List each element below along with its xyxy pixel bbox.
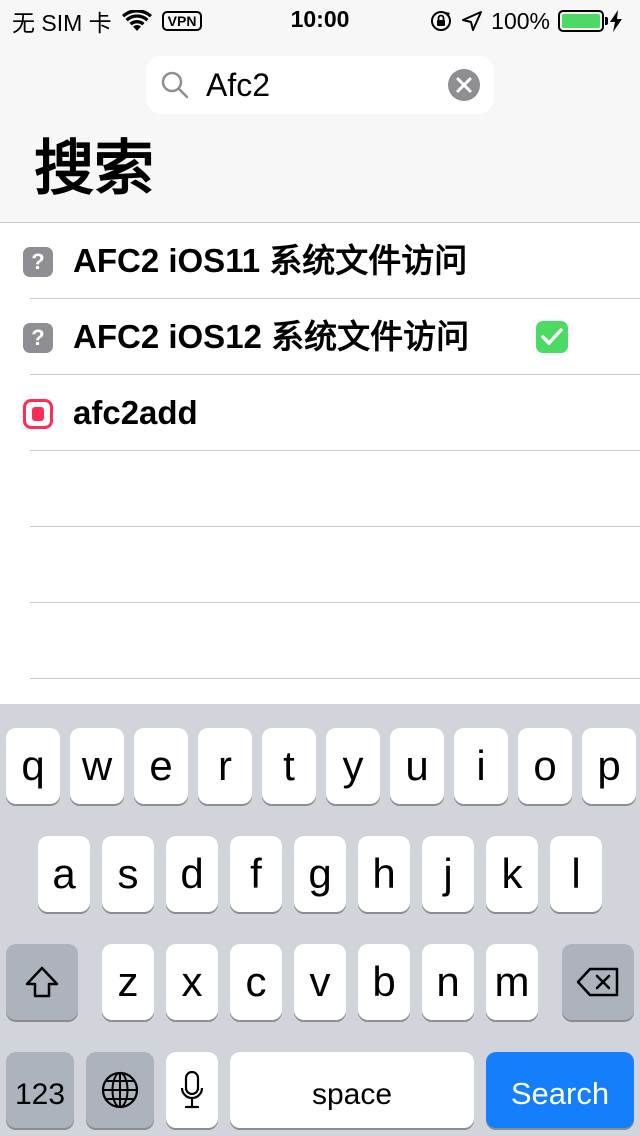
checkmark-icon	[536, 321, 568, 353]
location-arrow-icon	[462, 11, 483, 31]
key-r[interactable]: r	[198, 728, 252, 804]
key-label: j	[443, 850, 453, 897]
orientation-lock-icon	[431, 11, 452, 31]
package-name: AFC2 iOS11 系统文件访问	[73, 242, 468, 279]
key-c[interactable]: c	[230, 944, 282, 1020]
question-icon: ?	[23, 247, 53, 277]
key-t[interactable]: t	[262, 728, 316, 804]
key-label: a	[52, 850, 76, 897]
package-icon	[23, 399, 53, 429]
search-key[interactable]: Search	[486, 1052, 634, 1128]
key-label: s	[117, 850, 139, 897]
key-n[interactable]: n	[422, 944, 474, 1020]
search-header: Afc2 搜索	[0, 40, 640, 223]
key-y[interactable]: y	[326, 728, 380, 804]
key-label: d	[180, 850, 204, 897]
backspace-icon	[576, 967, 619, 997]
dictation-key[interactable]	[166, 1052, 218, 1128]
key-s[interactable]: s	[102, 836, 154, 912]
key-u[interactable]: u	[390, 728, 444, 804]
empty-row	[0, 527, 640, 603]
key-label: v	[309, 958, 331, 1005]
key-p[interactable]: p	[582, 728, 636, 804]
key-e[interactable]: e	[134, 728, 188, 804]
key-f[interactable]: f	[230, 836, 282, 912]
battery-cap	[605, 17, 608, 25]
page-title: 搜索	[34, 135, 154, 202]
package-name: afc2add	[73, 394, 198, 431]
key-label: z	[117, 958, 139, 1005]
question-icon: ?	[23, 323, 53, 353]
microphone-icon	[180, 1070, 204, 1109]
battery-percent: 100%	[491, 7, 550, 34]
key-label: e	[149, 742, 173, 789]
numbers-key[interactable]: 123	[6, 1052, 74, 1128]
battery-level	[562, 14, 600, 28]
status-right: 100%	[429, 6, 630, 36]
key-label: u	[405, 742, 429, 789]
package-name: AFC2 iOS12 系统文件访问	[73, 318, 470, 355]
key-i[interactable]: i	[454, 728, 508, 804]
search-input[interactable]: Afc2	[146, 56, 494, 114]
search-query[interactable]: Afc2	[206, 68, 270, 102]
charging-bolt-icon	[610, 10, 622, 32]
key-z[interactable]: z	[102, 944, 154, 1020]
key-a[interactable]: a	[38, 836, 90, 912]
row-separator	[30, 678, 640, 679]
key-label: g	[308, 850, 332, 897]
key-label: c	[245, 958, 267, 1005]
globe-icon	[101, 1071, 139, 1109]
status-bar: 无 SIM 卡 VPN 10:00 100%	[0, 0, 640, 40]
list-item[interactable]: afc2add	[0, 375, 640, 451]
key-label: i	[476, 742, 486, 789]
empty-row	[0, 451, 640, 527]
key-h[interactable]: h	[358, 836, 410, 912]
key-label: w	[81, 742, 113, 789]
space-key[interactable]: space	[230, 1052, 474, 1128]
clear-search-button[interactable]	[448, 69, 480, 101]
key-k[interactable]: k	[486, 836, 538, 912]
key-m[interactable]: m	[486, 944, 538, 1020]
shift-key[interactable]	[6, 944, 78, 1020]
key-b[interactable]: b	[358, 944, 410, 1020]
shift-icon	[25, 966, 59, 998]
delete-key[interactable]	[562, 944, 634, 1020]
key-v[interactable]: v	[294, 944, 346, 1020]
key-j[interactable]: j	[422, 836, 474, 912]
key-o[interactable]: o	[518, 728, 572, 804]
key-label: y	[342, 742, 364, 789]
list-item[interactable]: ? AFC2 iOS11 系统文件访问	[0, 223, 640, 299]
globe-key[interactable]	[86, 1052, 154, 1128]
empty-row	[0, 603, 640, 679]
key-q[interactable]: q	[6, 728, 60, 804]
key-label: n	[436, 958, 460, 1005]
key-d[interactable]: d	[166, 836, 218, 912]
numbers-key-label: 123	[14, 1078, 66, 1111]
key-label: t	[283, 742, 295, 789]
key-label: p	[597, 742, 621, 789]
key-label: q	[21, 742, 45, 789]
key-label: r	[218, 742, 232, 789]
key-label: k	[501, 850, 523, 897]
key-label: f	[250, 850, 262, 897]
list-item[interactable]: ? AFC2 iOS12 系统文件访问	[0, 299, 640, 375]
keyboard: 123 space Search qwer tyuiop asdfghj k l zxcv…	[0, 704, 640, 1136]
space-key-label: space	[311, 1078, 393, 1111]
key-label: l	[571, 850, 581, 897]
key-label: o	[533, 742, 557, 789]
close-icon	[456, 77, 472, 93]
key-l[interactable]: l	[550, 836, 602, 912]
key-label: x	[181, 958, 203, 1005]
key-label: h	[372, 850, 396, 897]
battery-icon	[558, 10, 608, 32]
search-icon	[161, 71, 189, 99]
key-label: m	[494, 958, 530, 1005]
search-key-label: Search	[510, 1076, 610, 1111]
key-x[interactable]: x	[166, 944, 218, 1020]
key-g[interactable]: g	[294, 836, 346, 912]
results-list: ? AFC2 iOS11 系统文件访问 ? AFC2 iOS12 系统文件访问 …	[0, 223, 640, 679]
key-w[interactable]: w	[70, 728, 124, 804]
key-label: b	[372, 958, 396, 1005]
